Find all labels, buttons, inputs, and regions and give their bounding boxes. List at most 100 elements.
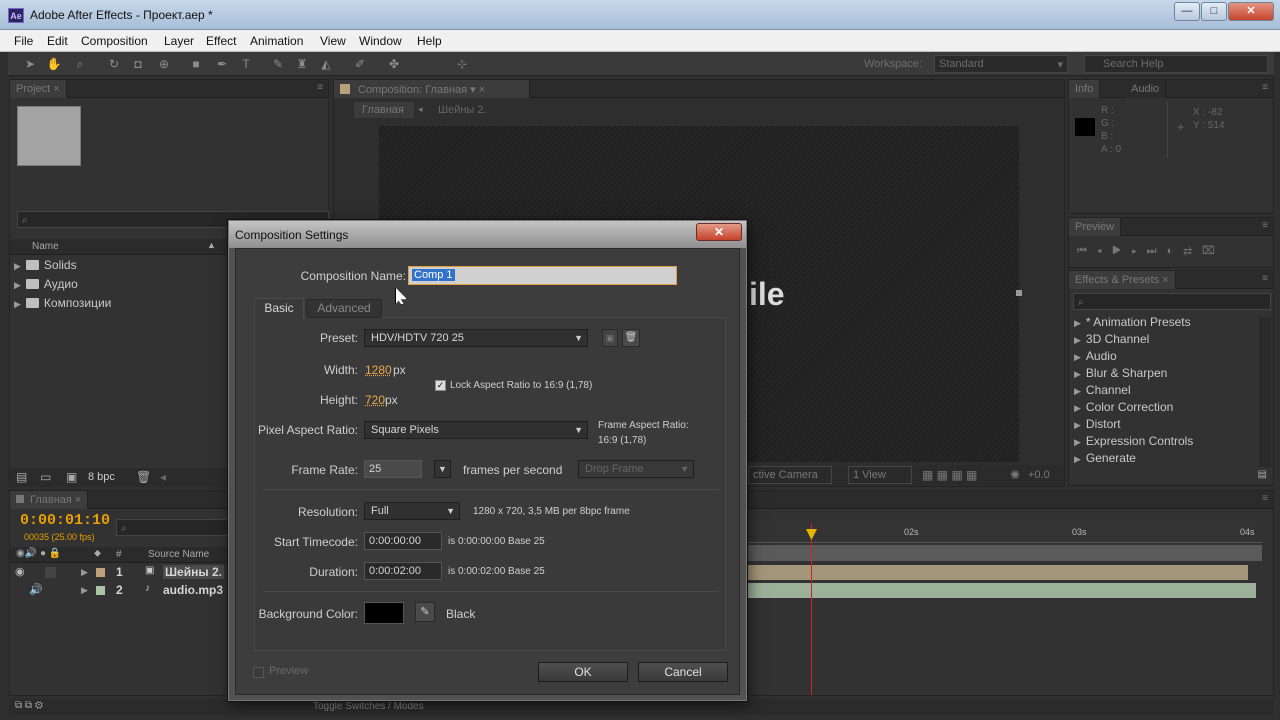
maximize-button[interactable]: □ xyxy=(1201,2,1227,21)
cancel-button[interactable]: Cancel xyxy=(638,662,728,682)
height-value[interactable]: 720 xyxy=(365,393,385,407)
menu-animation[interactable]: Animation xyxy=(250,34,303,48)
timeline-search-input[interactable]: ⌕ xyxy=(116,519,228,536)
eraser-tool-icon[interactable]: ◭ xyxy=(318,56,334,72)
tab-project[interactable]: Project × xyxy=(10,80,67,98)
preview-checkbox[interactable] xyxy=(253,667,264,678)
panel-menu-icon[interactable]: ≡ xyxy=(317,82,323,93)
rectangle-tool-icon[interactable]: ■ xyxy=(188,56,204,72)
interpret-footage-icon[interactable]: ▤ xyxy=(16,470,27,484)
toggle-icons[interactable]: ▦ ▦ ▦ ▦ xyxy=(922,468,977,482)
puppet-tool-icon[interactable]: ✤ xyxy=(386,56,402,72)
anchor-handle[interactable] xyxy=(1016,290,1022,296)
layer-name[interactable]: Шейны 2. xyxy=(163,565,224,579)
footer-icons[interactable]: ⧉ ⧉ ⚙ xyxy=(15,700,43,711)
sort-icon[interactable]: ▲ xyxy=(207,240,216,250)
bpc-label[interactable]: 8 bpc xyxy=(88,471,115,483)
menu-effect[interactable]: Effect xyxy=(206,34,236,48)
dialog-titlebar[interactable]: Composition Settings ✕ xyxy=(229,221,746,248)
width-value[interactable]: 1280 xyxy=(365,363,392,377)
layer-bar[interactable] xyxy=(710,565,1248,580)
visibility-icon[interactable]: ◉ xyxy=(15,565,25,578)
tab-advanced[interactable]: Advanced xyxy=(306,299,382,318)
clone-stamp-tool-icon[interactable]: ♜ xyxy=(294,56,310,72)
tab-effects-presets[interactable]: Effects & Presets × xyxy=(1069,271,1176,289)
eyedropper-icon[interactable]: ✎ xyxy=(415,602,435,622)
menu-layer[interactable]: Layer xyxy=(164,34,194,48)
time-ruler[interactable]: 02s 03s 04s xyxy=(710,521,1262,543)
exposure-value[interactable]: +0.0 xyxy=(1028,469,1050,481)
comp-name-input[interactable]: Comp 1 xyxy=(408,266,677,285)
camera-select[interactable]: ctive Camera xyxy=(748,466,832,484)
effect-category[interactable]: ▶ Blur & Sharpen xyxy=(1074,366,1167,383)
delete-preset-icon[interactable]: 🗑 xyxy=(622,329,640,347)
project-item[interactable]: ▶ Композиции xyxy=(14,296,111,313)
tab-timeline[interactable]: Главная × xyxy=(10,491,89,509)
label-color[interactable] xyxy=(96,568,105,577)
effect-category[interactable]: ▶ 3D Channel xyxy=(1074,332,1149,349)
pen-tool-icon[interactable]: ✒ xyxy=(214,56,230,72)
panel-menu-icon[interactable]: ≡ xyxy=(1262,82,1268,93)
current-timecode[interactable]: 0:00:01:10 xyxy=(20,512,110,529)
effects-scrollbar[interactable] xyxy=(1259,317,1271,467)
column-source-name[interactable]: Source Name xyxy=(148,549,209,560)
effect-category[interactable]: ▶ Expression Controls xyxy=(1074,434,1193,451)
panel-menu-icon[interactable]: ≡ xyxy=(1262,273,1268,284)
tab-info[interactable]: Info xyxy=(1069,80,1101,98)
hand-tool-icon[interactable]: ✋ xyxy=(46,56,62,72)
background-color-swatch[interactable] xyxy=(364,602,404,624)
preset-select[interactable]: HDV/HDTV 720 25 ▼ xyxy=(364,329,588,347)
menu-file[interactable]: File xyxy=(14,34,33,48)
axis-mode-icon[interactable]: ⊹ xyxy=(454,56,470,72)
column-name[interactable]: Name xyxy=(32,241,59,252)
effect-category[interactable]: ▶ Channel xyxy=(1074,383,1131,400)
minimize-button[interactable]: — xyxy=(1174,2,1200,21)
scroll-left-icon[interactable]: ◂ xyxy=(160,470,166,484)
project-item[interactable]: ▶ Аудио xyxy=(14,277,78,294)
tab-basic[interactable]: Basic xyxy=(254,298,304,319)
effects-search-input[interactable]: ⌕ xyxy=(1073,293,1271,310)
panel-menu-icon[interactable]: ≡ xyxy=(1262,220,1268,231)
expand-icon[interactable]: ▶ xyxy=(81,585,88,596)
roto-brush-tool-icon[interactable]: ✐ xyxy=(352,56,368,72)
effect-category[interactable]: ▶ Color Correction xyxy=(1074,400,1173,417)
breadcrumb-sub[interactable]: Шейны 2. xyxy=(438,104,487,116)
pan-behind-tool-icon[interactable]: ⊕ xyxy=(156,56,172,72)
close-button[interactable]: ✕ xyxy=(1228,2,1274,21)
pixel-aspect-select[interactable]: Square Pixels ▼ xyxy=(364,421,588,439)
selection-tool-icon[interactable]: ➤ xyxy=(22,56,38,72)
menu-edit[interactable]: Edit xyxy=(47,34,68,48)
playback-controls[interactable]: ⏮◂▶▸⏭◐⇄⌧ xyxy=(1077,244,1225,258)
menu-view[interactable]: View xyxy=(320,34,346,48)
brush-tool-icon[interactable]: ✎ xyxy=(270,56,286,72)
frame-rate-input[interactable]: 25 xyxy=(364,460,422,478)
duration-input[interactable]: 0:00:02:00 xyxy=(364,562,442,580)
drop-frame-select[interactable]: Drop Frame ▼ xyxy=(578,460,694,478)
menu-composition[interactable]: Composition xyxy=(81,34,148,48)
switch-box[interactable] xyxy=(45,567,56,578)
playhead[interactable] xyxy=(811,523,812,695)
effect-category[interactable]: ▶ Audio xyxy=(1074,349,1117,366)
trash-icon[interactable]: 🗑 xyxy=(136,470,151,484)
save-preset-icon[interactable]: ▣ xyxy=(602,329,618,347)
label-color[interactable] xyxy=(96,586,105,595)
project-item[interactable]: ▶ Solids xyxy=(14,258,77,275)
breadcrumb-main[interactable]: Главная xyxy=(354,102,414,118)
new-bin-icon[interactable]: ▤ xyxy=(1258,469,1267,480)
resolution-select[interactable]: Full ▼ xyxy=(364,502,460,520)
menu-window[interactable]: Window xyxy=(359,34,402,48)
workspace-select[interactable]: Standard ▾ xyxy=(934,55,1068,73)
zoom-tool-icon[interactable]: ⌕ xyxy=(72,56,88,72)
tab-audio[interactable]: Audio xyxy=(1125,80,1167,98)
tab-composition[interactable]: Composition: Главная ▾ × xyxy=(334,80,530,98)
lock-aspect-checkbox[interactable]: ✓ xyxy=(435,380,446,391)
toggle-switches-modes[interactable]: Toggle Switches / Modes xyxy=(313,701,424,712)
audio-icon[interactable]: 🔊 xyxy=(29,583,43,596)
view-layout-select[interactable]: 1 View xyxy=(848,466,912,484)
search-help-input[interactable]: Search Help xyxy=(1084,55,1268,73)
effect-category[interactable]: ▶ Generate xyxy=(1074,451,1136,468)
dialog-close-button[interactable]: ✕ xyxy=(696,223,742,241)
effect-category[interactable]: ▶ * Animation Presets xyxy=(1074,315,1191,332)
layer-bar[interactable] xyxy=(710,583,1256,598)
new-comp-icon[interactable]: ▣ xyxy=(66,470,77,484)
